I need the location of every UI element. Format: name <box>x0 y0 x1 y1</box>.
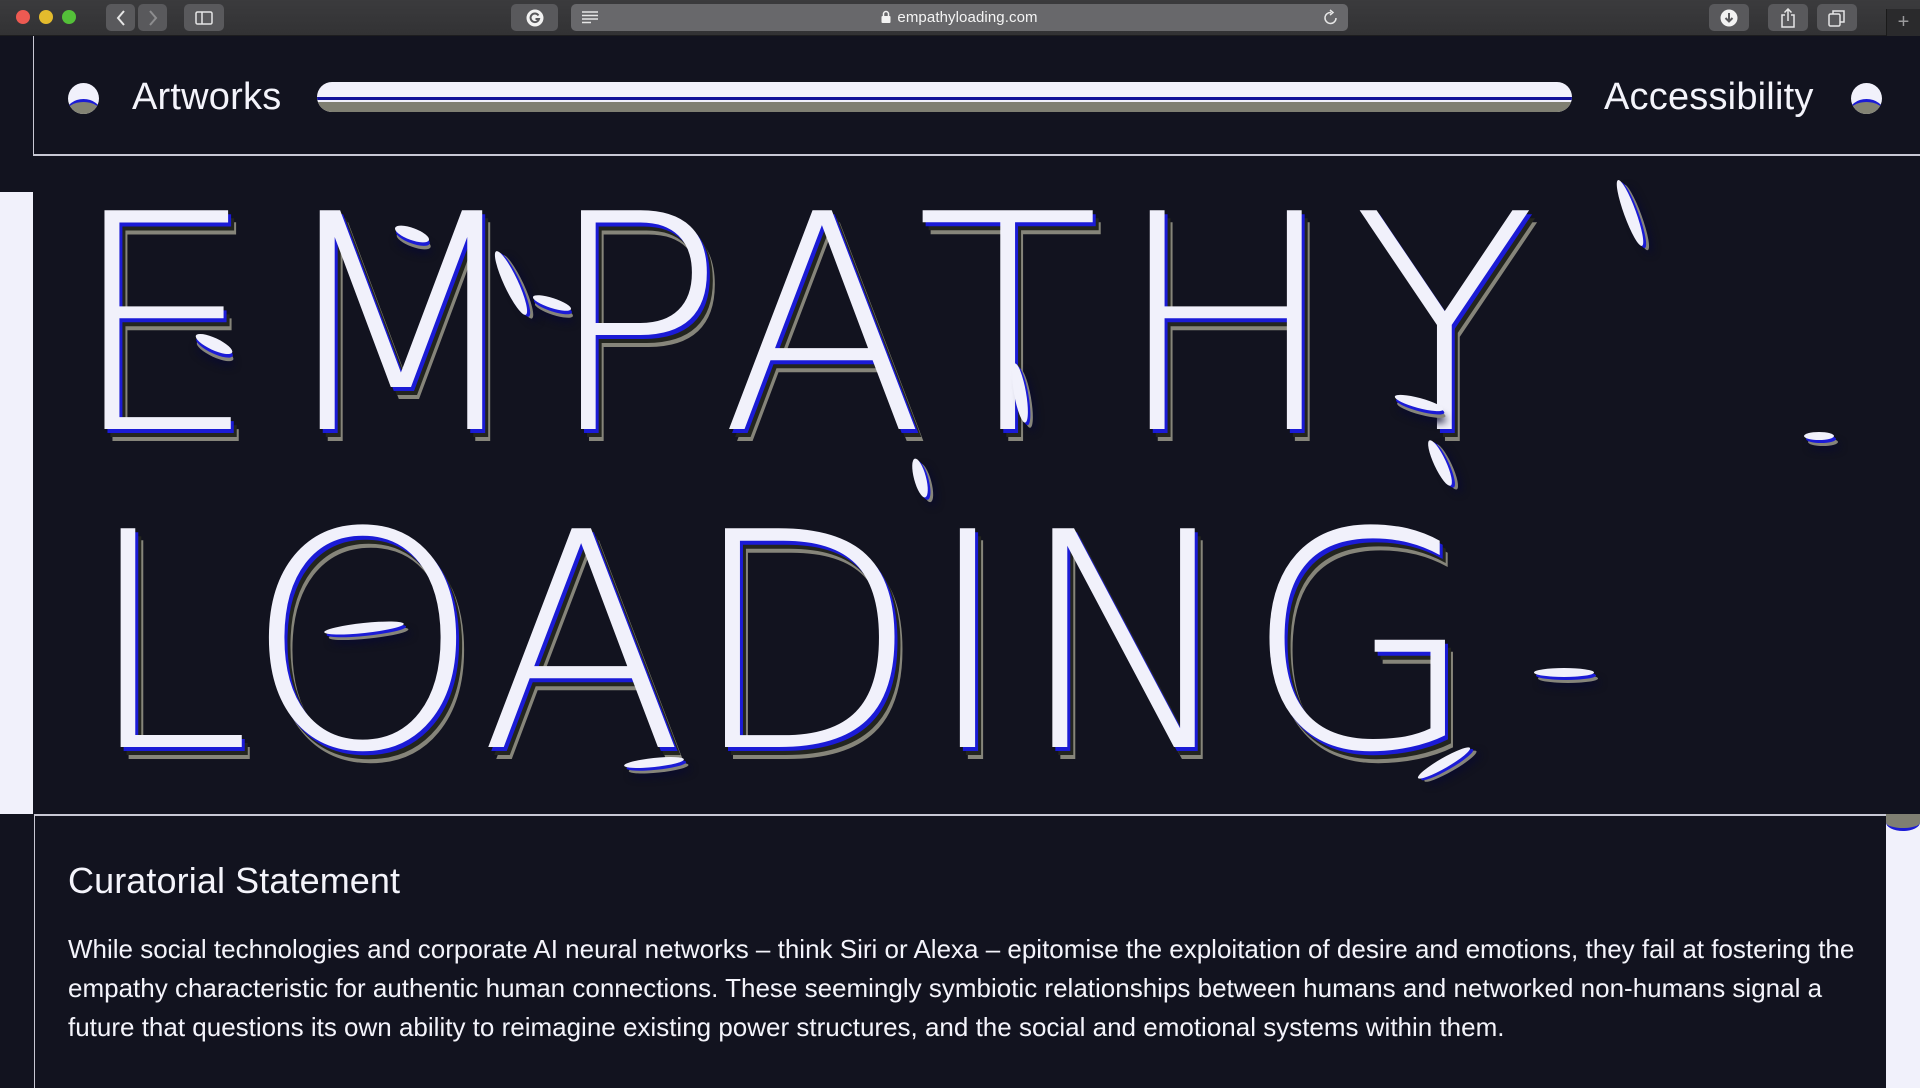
nav-link-accessibility[interactable]: Accessibility <box>1604 76 1814 119</box>
close-window-button[interactable] <box>16 10 30 24</box>
frame-edge <box>0 192 33 814</box>
address-bar[interactable]: empathyloading.com <box>571 4 1348 31</box>
grammarly-g-icon <box>526 9 543 26</box>
sidebar-icon <box>195 10 213 25</box>
site-navigation: Artworks Accessibility <box>34 36 1920 156</box>
share-icon <box>1781 7 1795 28</box>
browser-toolbar: empathyloading.com + <box>0 0 1920 36</box>
url-text: empathyloading.com <box>571 9 1348 26</box>
window-controls <box>16 10 76 24</box>
forward-button[interactable] <box>138 4 167 31</box>
reload-icon[interactable] <box>1323 9 1339 26</box>
loading-bar <box>317 82 1572 112</box>
drip-decoration <box>1804 432 1834 440</box>
chevron-left-icon <box>116 9 125 26</box>
statement-body: While social technologies and corporate … <box>68 934 1855 1042</box>
page: Artworks Accessibility EMPATHY LOADING C… <box>0 36 1920 1088</box>
half-moon-icon <box>1851 83 1882 114</box>
curatorial-statement: Curatorial Statement While social techno… <box>34 814 1886 1088</box>
nav-link-artworks[interactable]: Artworks <box>132 76 281 119</box>
zoom-window-button[interactable] <box>62 10 76 24</box>
hero-title: EMPATHY LOADING <box>34 158 1920 814</box>
plus-icon: + <box>1897 11 1910 33</box>
sidebar-toggle-button[interactable] <box>184 4 224 31</box>
downloads-button[interactable] <box>1709 4 1749 31</box>
share-button[interactable] <box>1768 4 1808 31</box>
tabs-overview-icon <box>1828 9 1845 27</box>
new-tab-button[interactable]: + <box>1886 9 1920 36</box>
grammarly-extension-button[interactable] <box>511 4 558 31</box>
minimize-window-button[interactable] <box>39 10 53 24</box>
tab-overview-button[interactable] <box>1817 4 1857 31</box>
hero-title-line-empathy: EMPATHY <box>68 158 1551 500</box>
statement-heading: Curatorial Statement <box>68 860 401 901</box>
back-button[interactable] <box>106 4 135 31</box>
url-label: empathyloading.com <box>897 9 1038 26</box>
lock-icon <box>881 10 891 23</box>
hero-title-line-loading: LOADING <box>84 469 1481 814</box>
drip-decoration <box>1534 668 1594 677</box>
frame-edge <box>1886 814 1920 1088</box>
download-icon <box>1720 9 1738 26</box>
chevron-right-icon <box>148 9 157 26</box>
half-moon-icon <box>68 83 99 114</box>
